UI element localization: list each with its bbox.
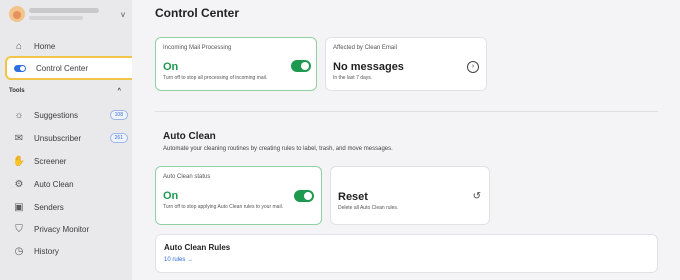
section-divider bbox=[155, 111, 658, 112]
reset-title: Reset bbox=[338, 191, 368, 203]
auto-clean-status-card: Auto Clean status On Turn off to stop ap… bbox=[155, 166, 322, 225]
chevron-down-icon: v bbox=[121, 9, 125, 19]
sidebar-item-privacy-monitor[interactable]: ⛉ Privacy Monitor bbox=[6, 218, 138, 240]
sidebar: v ⌂ Home Control Center Tools ^ ☼ Sugges… bbox=[0, 0, 138, 280]
lightbulb-icon: ☼ bbox=[14, 109, 24, 121]
account-name-redacted bbox=[29, 8, 121, 20]
sidebar-item-suggestions[interactable]: ☼ Suggestions 108 bbox=[6, 104, 138, 126]
affected-label: Affected by Clean Email bbox=[333, 45, 397, 51]
auto-clean-rules-card[interactable]: Auto Clean Rules 10 rules → bbox=[155, 234, 658, 273]
auto-clean-icon: ⚙ bbox=[14, 178, 24, 190]
clock-icon: ◷ bbox=[14, 245, 24, 257]
sidebar-item-label: History bbox=[34, 246, 59, 256]
arrow-right-circle-icon[interactable]: › bbox=[467, 61, 479, 73]
sidebar-item-history[interactable]: ◷ History bbox=[6, 240, 138, 262]
sidebar-item-label: Senders bbox=[34, 202, 64, 212]
avatar bbox=[9, 6, 25, 22]
sidebar-item-label: Screener bbox=[34, 156, 67, 166]
auto-clean-rules-title: Auto Clean Rules bbox=[164, 243, 231, 252]
affected-messages-card[interactable]: Affected by Clean Email No messages In t… bbox=[325, 37, 487, 91]
sidebar-item-label: Suggestions bbox=[34, 110, 79, 120]
unsubscribe-icon: ✉ bbox=[14, 132, 24, 144]
tools-section-header[interactable]: Tools ^ bbox=[9, 88, 121, 98]
auto-clean-status-value: On bbox=[163, 190, 179, 202]
tools-label: Tools bbox=[9, 88, 25, 94]
sidebar-item-control-center[interactable]: Control Center bbox=[5, 56, 138, 80]
auto-clean-description: Automate your cleaning routines by creat… bbox=[163, 146, 393, 152]
sidebar-item-label: Control Center bbox=[36, 63, 89, 73]
rules-count-link[interactable]: 10 rules → bbox=[164, 257, 193, 263]
sidebar-item-unsubscriber[interactable]: ✉ Unsubscriber 261 bbox=[6, 127, 138, 149]
account-switcher[interactable]: v bbox=[9, 4, 125, 24]
toggle-icon bbox=[14, 64, 26, 72]
incoming-mail-label: Incoming Mail Processing bbox=[163, 45, 232, 51]
sidebar-item-home[interactable]: ⌂ Home bbox=[6, 35, 138, 57]
sidebar-item-label: Auto Clean bbox=[34, 179, 74, 189]
auto-clean-title: Auto Clean bbox=[163, 131, 216, 142]
home-icon: ⌂ bbox=[15, 40, 23, 52]
sidebar-item-label: Unsubscriber bbox=[34, 133, 82, 143]
senders-icon: ▣ bbox=[14, 201, 24, 213]
incoming-mail-status: On bbox=[163, 61, 179, 73]
reset-history-icon[interactable]: ↺ bbox=[473, 191, 481, 202]
incoming-mail-description: Turn off to stop all processing of incom… bbox=[163, 75, 268, 81]
reset-description: Delete all Auto Clean rules. bbox=[338, 205, 399, 211]
incoming-mail-card: Incoming Mail Processing On Turn off to … bbox=[155, 37, 317, 91]
sidebar-item-senders[interactable]: ▣ Senders bbox=[6, 196, 138, 218]
reset-card[interactable]: Reset Delete all Auto Clean rules. ↺ bbox=[330, 166, 490, 225]
chevron-up-icon: ^ bbox=[117, 88, 121, 94]
shield-icon: ⛉ bbox=[15, 223, 23, 235]
auto-clean-status-label: Auto Clean status bbox=[163, 174, 211, 180]
page-title: Control Center bbox=[155, 6, 239, 20]
suggestions-count-badge: 108 bbox=[109, 110, 128, 120]
sidebar-item-auto-clean[interactable]: ⚙ Auto Clean bbox=[6, 173, 138, 195]
main-panel: Control Center Incoming Mail Processing … bbox=[132, 0, 680, 280]
sidebar-item-screener[interactable]: ✋ Screener bbox=[6, 150, 138, 172]
sidebar-item-label: Home bbox=[34, 41, 56, 51]
hand-icon: ✋ bbox=[12, 155, 26, 167]
affected-description: In the last 7 days. bbox=[333, 75, 373, 81]
auto-clean-status-description: Turn off to stop applying Auto Clean rul… bbox=[163, 204, 284, 210]
sidebar-item-label: Privacy Monitor bbox=[34, 224, 90, 234]
affected-value: No messages bbox=[333, 61, 404, 73]
incoming-mail-toggle[interactable] bbox=[291, 60, 311, 72]
unsubscriber-count-badge: 261 bbox=[109, 133, 128, 143]
auto-clean-toggle[interactable] bbox=[294, 190, 314, 202]
